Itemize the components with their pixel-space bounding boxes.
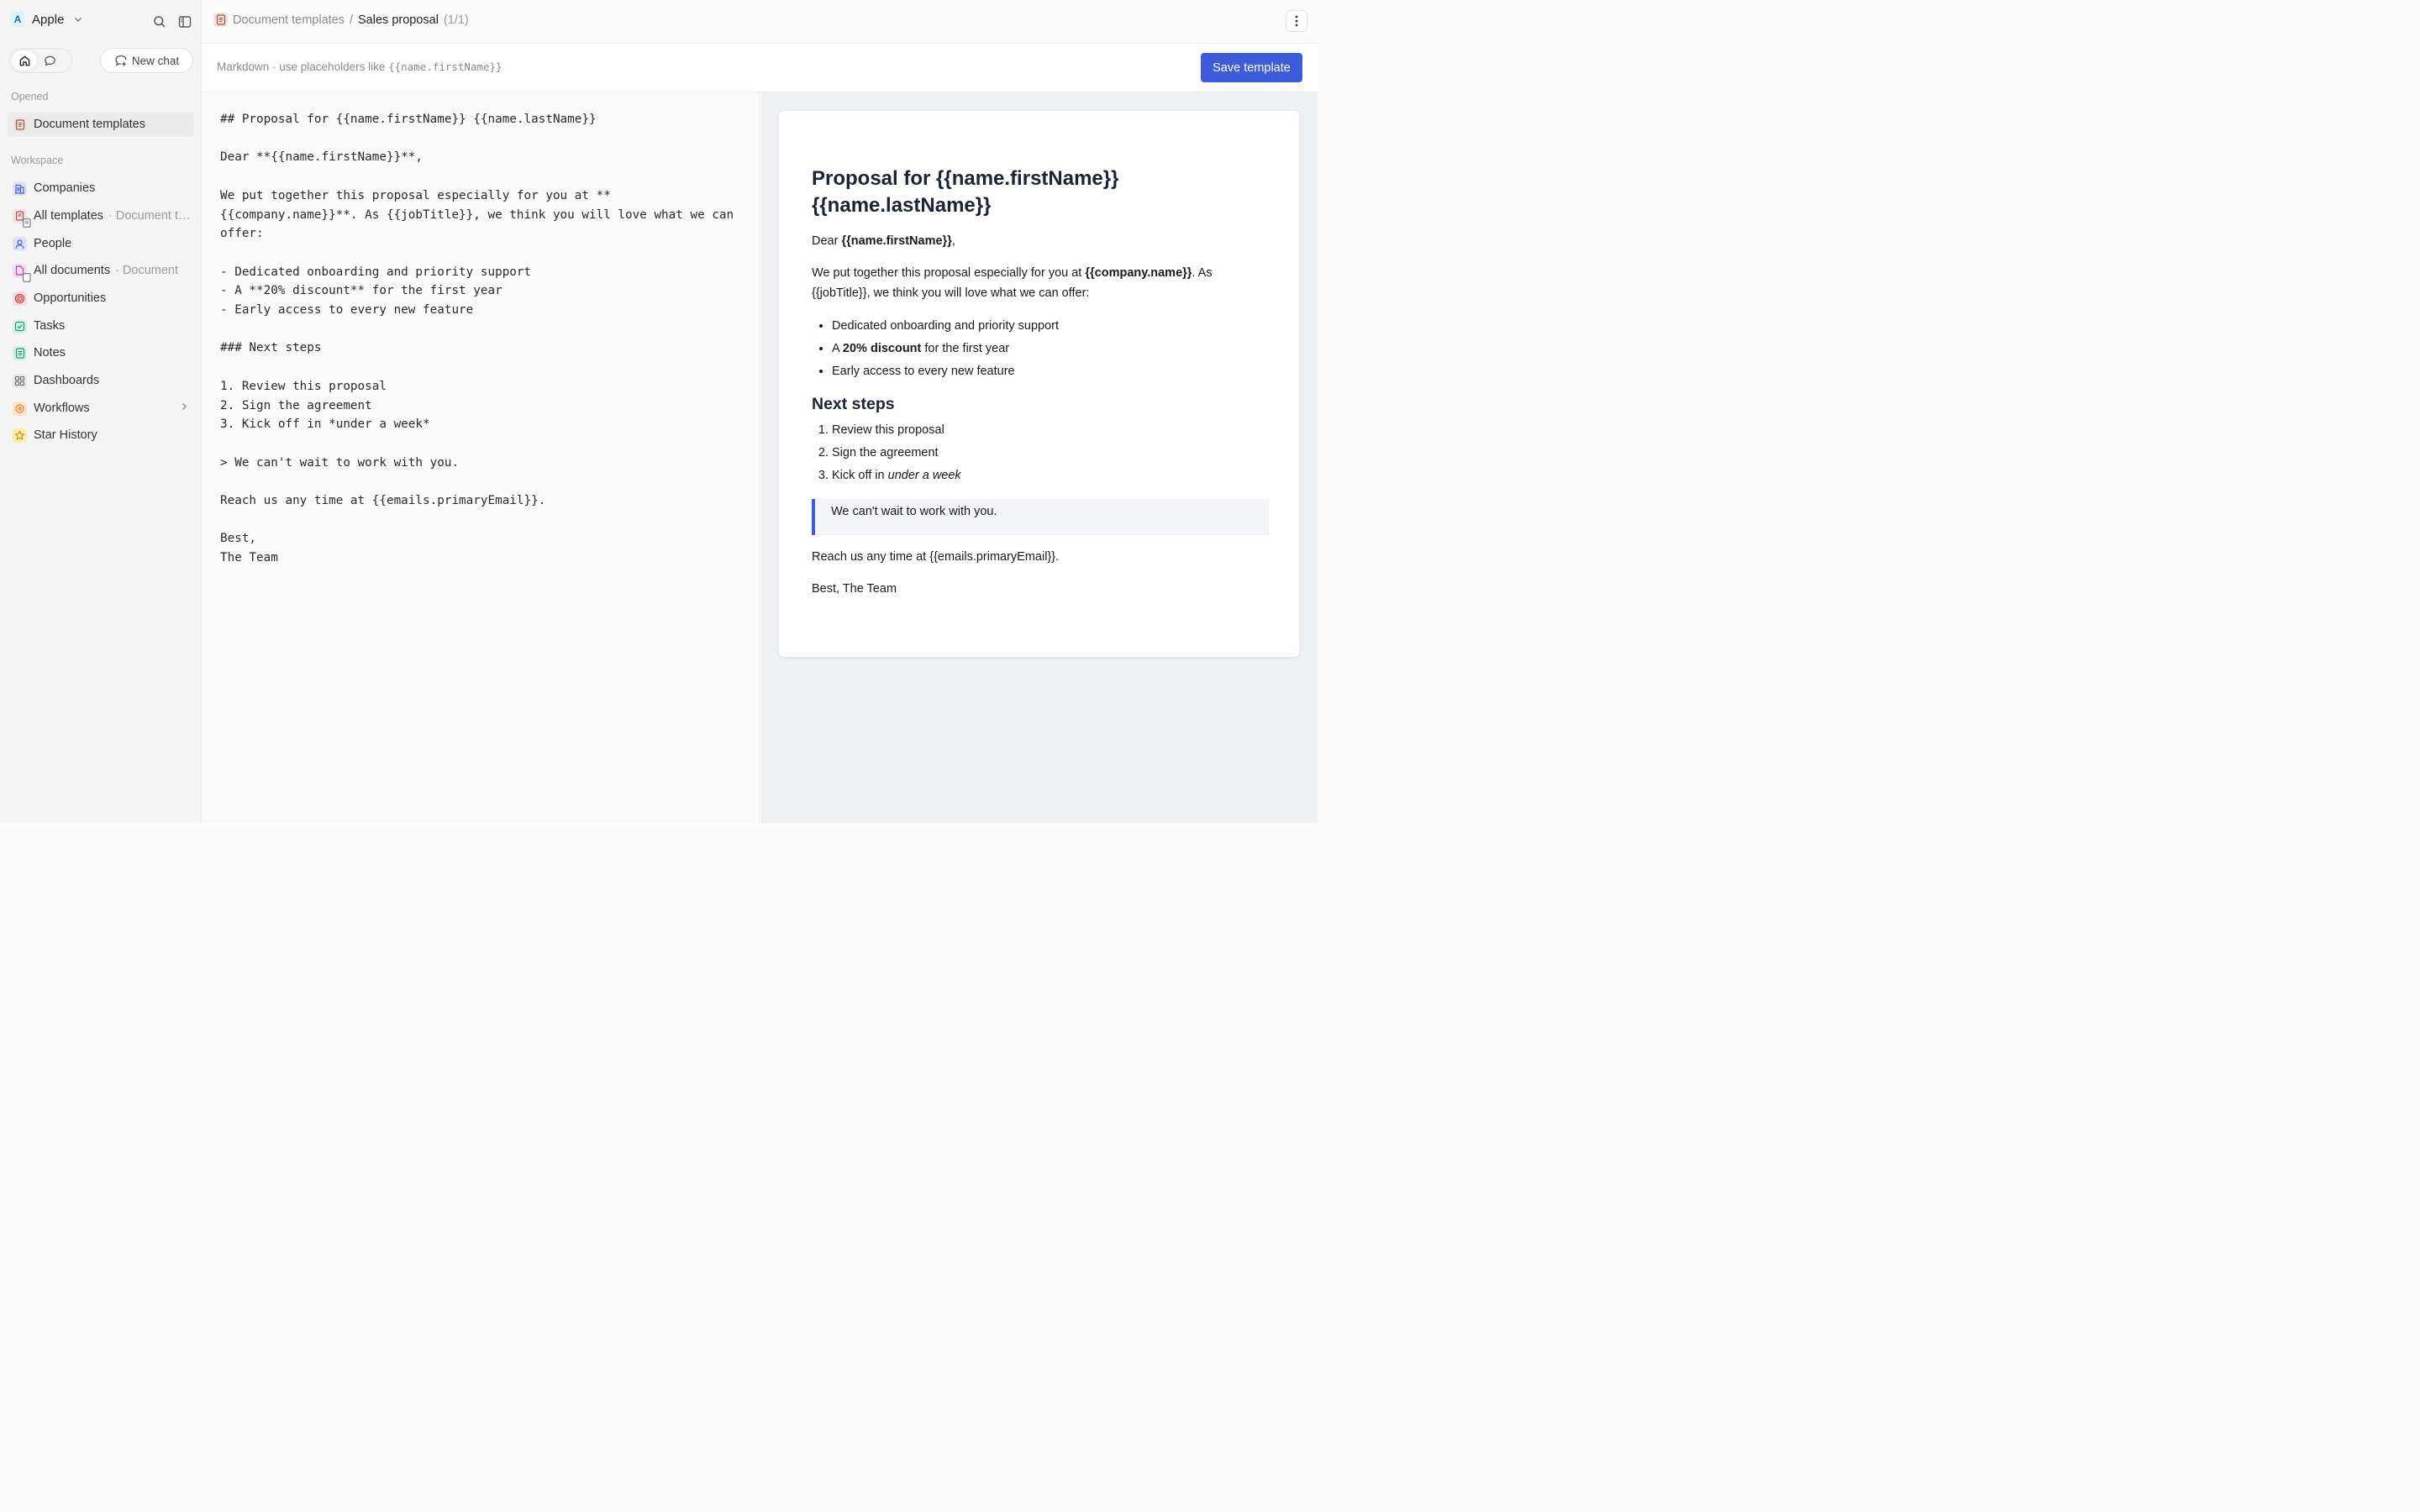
sidebar-item-label: People [34,237,72,250]
sidebar-item-label: Workflows [34,402,90,415]
editor-toolbar: Markdown · use placeholders like {{name.… [203,44,1318,92]
sidebar-item-label: Companies [34,181,96,195]
more-vertical-icon [1295,15,1298,27]
sidebar-item-label: Notes [34,346,66,360]
markdown-source[interactable]: ## Proposal for {{name.firstName}} {{nam… [220,110,737,568]
hint-text: Markdown · use placeholders like [217,60,386,73]
markdown-hint: Markdown · use placeholders like {{name.… [217,60,502,73]
checkbox-icon [13,318,27,333]
sidebar-item-label: All templates [34,209,104,223]
preview-pane: Proposal for {{name.firstName}} {{name.l… [760,92,1318,823]
sidebar-item-label: All documents [34,264,111,277]
sidebar-item-sublabel: · Document [115,264,179,277]
top-bar: Document templates / Sales proposal (1/1… [203,0,1318,44]
view-switcher [8,48,72,73]
preview-greeting: Dear {{name.firstName}}, [812,234,955,248]
home-icon [19,55,29,66]
star-icon [13,428,27,443]
breadcrumb-parent-link[interactable]: Document templates [233,13,345,27]
chevron-right-icon[interactable] [179,402,189,415]
opened-section-label: Opened [11,91,49,102]
sidebar-item-label: Tasks [34,319,66,333]
hint-placeholder-example: {{name.firstName}} [388,60,502,73]
preview-contact: Reach us any time at {{emails.primaryEma… [812,550,1060,564]
list-item: Dedicated onboarding and priority suppor… [832,315,1270,338]
preview-benefits-list: Dedicated onboarding and priority suppor… [812,315,1270,383]
sidebar-item-companies[interactable]: Companies [8,176,194,201]
home-tab[interactable] [12,50,37,71]
preview-signoff: Best, The Team [812,582,897,596]
workflow-icon [13,401,27,416]
sidebar-toggle-icon[interactable] [176,13,193,30]
person-icon [13,236,27,251]
more-options-button[interactable] [1286,10,1307,32]
sidebar-item-opportunities[interactable]: Opportunities [8,286,194,311]
breadcrumb-separator: / [349,13,354,27]
dashboard-icon [13,373,27,388]
sidebar-item-sublabel: · Document t… [108,209,191,223]
preview-title: Proposal for {{name.firstName}} {{name.l… [812,167,1119,217]
sidebar-item-all-templates[interactable]: All templates · Document t… [8,203,194,228]
preview-content: Proposal for {{name.firstName}} {{name.l… [812,165,1270,611]
new-chat-icon [115,55,127,66]
sidebar-item-label: Document templates [34,118,145,131]
preview-steps-list: Review this proposal Sign the agreement … [812,419,1270,487]
sidebar-item-all-documents[interactable]: All documents · Document [8,258,194,283]
search-icon[interactable] [151,13,168,30]
sidebar-item-document-templates[interactable]: Document templates [8,112,194,137]
chat-tab[interactable] [37,50,62,71]
sidebar-item-dashboards[interactable]: Dashboards [8,368,194,393]
documents-icon [13,263,31,282]
new-chat-button[interactable]: New chat [100,48,193,73]
list-item: Kick off in under a week [832,465,1270,487]
page-title: Sales proposal [358,13,439,27]
workspace-name: Apple [32,12,65,27]
templates-icon [13,208,31,228]
sidebar-item-label: Star History [34,428,97,442]
workspace-badge: A [10,12,25,27]
target-icon [13,291,27,306]
save-template-button[interactable]: Save template [1201,53,1302,82]
workspace-section-label: Workspace [11,155,64,166]
workspace-switcher[interactable]: A Apple [10,12,86,27]
breadcrumb: Document templates / Sales proposal (1/1… [213,13,469,27]
list-item: Early access to every new feature [832,360,1270,383]
sidebar-item-label: Dashboards [34,374,100,387]
note-icon [13,345,27,360]
sidebar: A Apple New chat Opened Document templat… [0,0,202,823]
building-icon [13,181,27,196]
list-item: Sign the agreement [832,442,1270,465]
preview-blockquote: We can't wait to work with you. [812,499,1270,535]
new-chat-label: New chat [131,54,180,67]
sidebar-item-tasks[interactable]: Tasks [8,313,194,339]
list-item: A 20% discount for the first year [832,338,1270,360]
markdown-editor[interactable]: ## Proposal for {{name.firstName}} {{nam… [203,92,760,823]
chevron-down-icon [71,12,86,27]
sidebar-item-workflows[interactable]: Workflows [8,396,194,421]
preview-card: Proposal for {{name.firstName}} {{name.l… [779,111,1299,657]
document-icon [13,117,27,132]
sidebar-item-people[interactable]: People [8,231,194,256]
record-count: (1/1) [443,13,469,27]
app-window: A Apple New chat Opened Document templat… [0,0,1318,823]
sidebar-item-notes[interactable]: Notes [8,340,194,365]
list-item: Review this proposal [832,419,1270,442]
sidebar-item-star-history[interactable]: Star History [8,423,194,448]
preview-steps-heading: Next steps [812,395,895,413]
sidebar-item-label: Opportunities [34,291,107,305]
preview-intro: We put together this proposal especially… [812,266,1213,300]
chat-bubble-icon [44,55,55,66]
document-icon [213,13,228,27]
